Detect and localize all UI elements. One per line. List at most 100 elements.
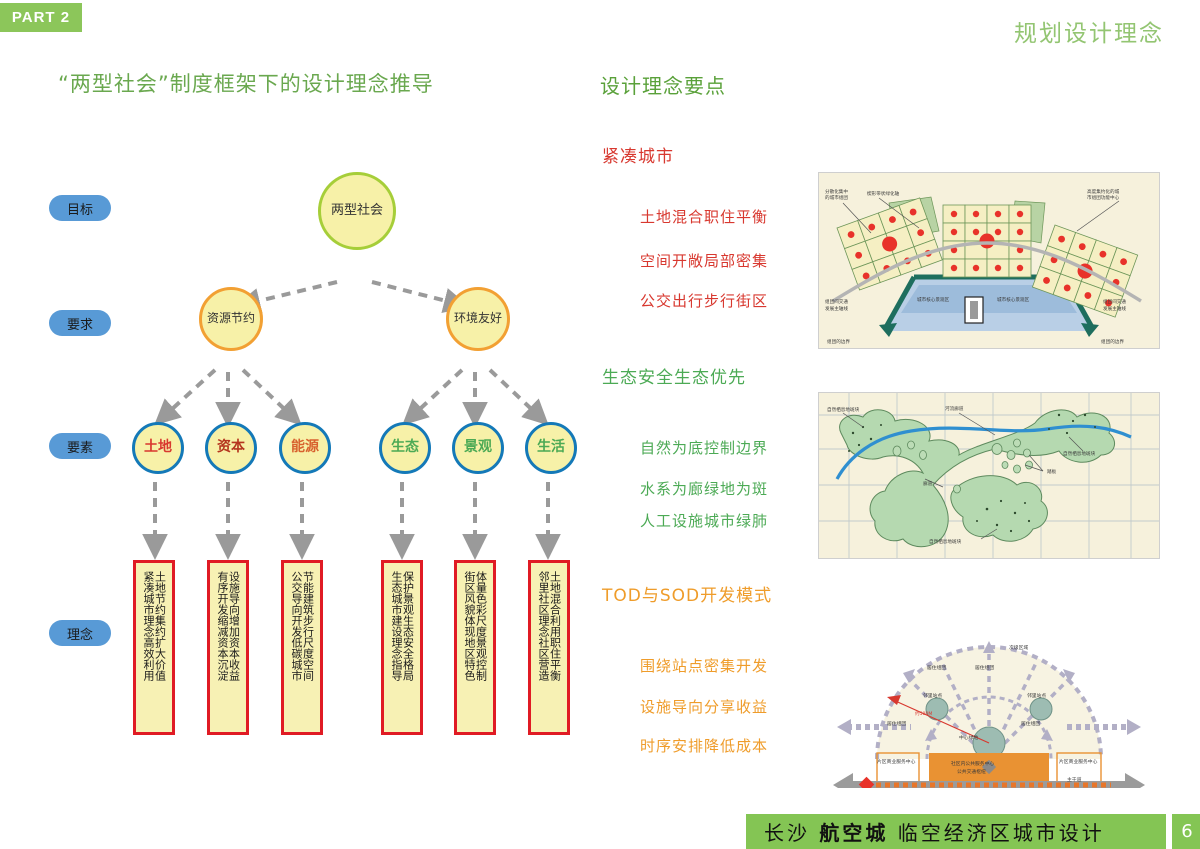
svg-text:组团的边界: 组团的边界	[827, 338, 850, 345]
concept-box-capital-line1: 设施导向增加资本收益	[227, 571, 241, 681]
node-land-label: 土地	[144, 439, 172, 456]
concept-box-landscape: 体量色彩尺度景观控制 街区风貌体现地区特色	[454, 560, 496, 735]
concept-derivation-diagram: 目标 要求 要素 理念 两型社会 资源节约 环境友好 土地 资本 能源 生态 景…	[0, 120, 600, 760]
node-capital: 资本	[205, 422, 257, 474]
node-environment-friendly: 环境友好	[446, 287, 510, 351]
point-tod-3: 时序安排降低成本	[640, 737, 769, 755]
point-ecology-2: 水系为廊绿地为斑	[640, 480, 769, 498]
svg-text:河流廊道: 河流廊道	[945, 405, 964, 412]
section-heading-tod-sod: TOD与SOD开发模式	[602, 586, 773, 606]
section-heading-compact-city: 紧凑城市	[602, 147, 674, 167]
svg-text:约500M: 约500M	[915, 710, 932, 717]
footer-brand-main: 航空城	[819, 821, 889, 845]
node-resource-saving: 资源节约	[199, 287, 263, 351]
row-label-requirement: 要求	[49, 310, 111, 336]
point-ecology-3: 人工设施城市绿肺	[640, 512, 769, 530]
svg-text:的城市组团: 的城市组团	[825, 194, 848, 201]
row-label-element: 要素	[49, 433, 111, 459]
concept-box-landscape-line2: 街区风貌体现地区特色	[463, 571, 476, 681]
svg-text:邻里站点: 邻里站点	[923, 692, 942, 699]
left-section-title: “两型社会”制度框架下的设计理念推导	[58, 72, 434, 96]
slide-page: Part 2 规划设计理念 “两型社会”制度框架下的设计理念推导 设计理念要点	[0, 0, 1200, 849]
node-root: 两型社会	[318, 172, 396, 250]
svg-text:组团间交通: 组团间交通	[825, 298, 848, 305]
footer-brand-suffix: 临空经济区城市设计	[897, 821, 1105, 845]
page-title: 规划设计理念	[1014, 21, 1164, 47]
svg-text:片区商业服务中心: 片区商业服务中心	[1059, 758, 1098, 765]
concept-box-living: 土地混合利用职住平衡 邻里社区理念社区营造	[528, 560, 570, 735]
concept-box-ecology: 保护景观生态安全格局 生态城市建设理念指导	[381, 560, 423, 735]
svg-text:居住组团: 居住组团	[887, 720, 906, 727]
concept-box-capital-line2: 有序开发缩减资本沉淀	[216, 571, 229, 681]
node-living: 生活	[525, 422, 577, 474]
svg-text:城市核心景观区: 城市核心景观区	[917, 296, 950, 303]
point-compact-3: 公交出行步行街区	[640, 292, 769, 310]
svg-text:自然栖息地斑块: 自然栖息地斑块	[929, 538, 962, 545]
page-number: 6	[1170, 814, 1200, 849]
part-banner-label: Part 2	[11, 9, 71, 26]
footer-brand-prefix: 长沙	[764, 821, 810, 845]
concept-box-land: 土地节约集约扩大价值 紧凑城市理念高效利用	[133, 560, 175, 735]
concept-box-energy-line2: 公交导向开发低碳城市	[290, 571, 303, 681]
svg-text:居住组团: 居住组团	[1021, 720, 1040, 727]
svg-text:公共交通枢纽: 公共交通枢纽	[957, 768, 986, 775]
row-label-concept: 理念	[49, 620, 111, 646]
footer-brand: 长沙 航空城 临空经济区城市设计	[764, 817, 1105, 846]
node-resource-saving-label: 资源节约	[206, 311, 255, 326]
row-label-goal: 目标	[49, 195, 111, 221]
concept-box-land-line2: 紧凑城市理念高效利用	[142, 571, 155, 681]
node-capital-label: 资本	[217, 439, 245, 456]
svg-text:主干道: 主干道	[1067, 776, 1082, 783]
compact-city-diagram: 分散化集中 的城市组团 楔形带状绿化轴 高度集约化的城 市组团功能中心 组团间交通发…	[818, 172, 1160, 349]
svg-text:片区商业服务中心: 片区商业服务中心	[877, 758, 916, 765]
concept-box-living-line1: 土地混合利用职住平衡	[548, 571, 562, 681]
svg-text:发展主轴线: 发展主轴线	[1103, 305, 1126, 312]
tod-sod-diagram: 次级区域 居住组团 居住组团 邻里站点 邻里站点 居住组团 居住组团 中心绿地 …	[818, 602, 1160, 789]
svg-text:廊道: 廊道	[923, 480, 933, 487]
svg-text:自然栖息地斑块: 自然栖息地斑块	[1063, 450, 1096, 457]
svg-text:居住组团: 居住组团	[975, 664, 994, 671]
node-landscape-label: 景观	[464, 439, 492, 456]
point-tod-1: 围绕站点密集开发	[640, 657, 769, 675]
concept-box-living-line2: 邻里社区理念社区营造	[537, 571, 550, 681]
concept-box-energy: 节能建筑步行尺度空间 公交导向开发低碳城市	[281, 560, 323, 735]
node-land: 土地	[132, 422, 184, 474]
ecological-corridor-diagram: 自然栖息地斑块 河流廊道 自然栖息地斑块 廊道 踏板 自然栖息地斑块	[818, 392, 1160, 559]
svg-text:分散化集中: 分散化集中	[825, 188, 848, 195]
concept-box-land-line1: 土地节约集约扩大价值	[153, 571, 167, 681]
node-living-label: 生活	[537, 439, 565, 456]
svg-text:社区内公共服务中心: 社区内公共服务中心	[951, 760, 994, 767]
footer-bar: 长沙 航空城 临空经济区城市设计	[746, 814, 1166, 849]
svg-text:自然栖息地斑块: 自然栖息地斑块	[827, 406, 860, 413]
concept-box-ecology-line1: 保护景观生态安全格局	[401, 571, 415, 681]
svg-text:组团的边界: 组团的边界	[1101, 338, 1124, 345]
node-ecology-label: 生态	[391, 439, 419, 456]
concept-box-capital: 设施导向增加资本收益 有序开发缩减资本沉淀	[207, 560, 249, 735]
svg-text:中心绿地: 中心绿地	[959, 734, 978, 741]
node-energy: 能源	[279, 422, 331, 474]
node-root-label: 两型社会	[330, 202, 383, 218]
svg-text:组团间交通: 组团间交通	[1103, 298, 1126, 305]
row-label-goal-text: 目标	[66, 202, 93, 218]
svg-text:市组团功能中心: 市组团功能中心	[1087, 194, 1120, 201]
section-heading-ecology: 生态安全生态优先	[602, 368, 746, 388]
point-ecology-1: 自然为底控制边界	[640, 439, 769, 457]
svg-text:居住组团: 居住组团	[927, 664, 946, 671]
svg-text:城市核心景观区: 城市核心景观区	[997, 296, 1030, 303]
row-label-element-text: 要素	[66, 440, 93, 456]
node-environment-friendly-label: 环境友好	[453, 311, 502, 326]
svg-text:踏板: 踏板	[1047, 468, 1057, 475]
right-section-title: 设计理念要点	[600, 74, 726, 98]
point-tod-2: 设施导向分享收益	[640, 698, 769, 716]
node-ecology: 生态	[379, 422, 431, 474]
concept-box-ecology-line2: 生态城市建设理念指导	[390, 571, 403, 681]
svg-text:发展主轴线: 发展主轴线	[825, 305, 848, 312]
point-compact-2: 空间开敞局部密集	[640, 252, 769, 270]
node-landscape: 景观	[452, 422, 504, 474]
concept-box-energy-line1: 节能建筑步行尺度空间	[301, 571, 315, 681]
svg-text:高度集约化的城: 高度集约化的城	[1087, 188, 1120, 195]
row-label-requirement-text: 要求	[66, 317, 93, 333]
svg-text:邻里站点: 邻里站点	[1027, 692, 1046, 699]
svg-text:次级区域: 次级区域	[1009, 644, 1028, 651]
row-label-concept-text: 理念	[66, 627, 93, 643]
